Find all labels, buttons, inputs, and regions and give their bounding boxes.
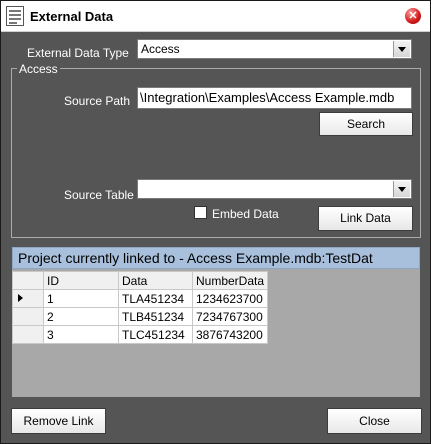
embed-data-checkbox[interactable] bbox=[194, 206, 207, 219]
linked-status-bar: Project currently linked to - Access Exa… bbox=[12, 247, 420, 269]
row-header[interactable] bbox=[12, 289, 44, 308]
close-icon[interactable]: ✕ bbox=[405, 8, 421, 24]
close-button[interactable]: Close bbox=[327, 408, 422, 434]
linked-status-text: Project currently linked to - Access Exa… bbox=[18, 250, 373, 266]
cell-id[interactable]: 3 bbox=[43, 325, 119, 344]
cell-numberdata[interactable]: 1234623700 bbox=[192, 289, 268, 308]
cell-numberdata[interactable]: 3876743200 bbox=[192, 325, 268, 344]
table-row[interactable]: 2 TLB451234 7234767300 bbox=[12, 307, 268, 326]
external-data-window: External Data ✕ External Data Type Acces… bbox=[0, 0, 431, 444]
cell-id[interactable]: 2 bbox=[43, 307, 119, 326]
embed-data-label: Embed Data bbox=[212, 207, 279, 221]
chevron-down-icon[interactable] bbox=[393, 41, 410, 57]
source-path-input[interactable]: \Integration\Examples\Access Example.mdb bbox=[137, 87, 412, 109]
cell-id[interactable]: 1 bbox=[43, 289, 119, 308]
row-header[interactable] bbox=[12, 307, 44, 326]
chevron-down-icon[interactable] bbox=[393, 181, 410, 197]
row-header-corner bbox=[12, 271, 44, 290]
cell-data[interactable]: TLA451234 bbox=[118, 289, 193, 308]
data-grid[interactable]: ID Data NumberData 1 TLA451234 123462370… bbox=[12, 269, 420, 397]
column-header-numberdata[interactable]: NumberData bbox=[192, 271, 268, 290]
search-button[interactable]: Search bbox=[319, 112, 413, 136]
table-row[interactable]: 1 TLA451234 1234623700 bbox=[12, 289, 268, 308]
link-data-button[interactable]: Link Data bbox=[318, 206, 413, 231]
source-path-label: Source Path bbox=[64, 94, 131, 108]
remove-link-button[interactable]: Remove Link bbox=[11, 408, 106, 434]
external-data-type-label: External Data Type bbox=[27, 46, 129, 60]
column-header-data[interactable]: Data bbox=[118, 271, 193, 290]
row-header[interactable] bbox=[12, 325, 44, 344]
grid-header-row: ID Data NumberData bbox=[12, 271, 268, 290]
external-data-type-select[interactable]: Access bbox=[137, 39, 412, 59]
cell-data[interactable]: TLC451234 bbox=[118, 325, 193, 344]
cell-numberdata[interactable]: 7234767300 bbox=[192, 307, 268, 326]
source-table-label: Source Table bbox=[64, 188, 134, 202]
cell-data[interactable]: TLB451234 bbox=[118, 307, 193, 326]
source-path-value: \Integration\Examples\Access Example.mdb bbox=[140, 90, 395, 105]
access-group-label: Access bbox=[17, 62, 60, 76]
table-icon bbox=[6, 6, 24, 26]
current-row-arrow-icon bbox=[18, 294, 23, 302]
title-bar[interactable]: External Data ✕ bbox=[1, 1, 430, 32]
window-title: External Data bbox=[30, 9, 114, 24]
source-table-select[interactable] bbox=[137, 179, 412, 199]
table-row[interactable]: 3 TLC451234 3876743200 bbox=[12, 325, 268, 344]
external-data-type-value: Access bbox=[141, 42, 180, 56]
column-header-id[interactable]: ID bbox=[43, 271, 119, 290]
